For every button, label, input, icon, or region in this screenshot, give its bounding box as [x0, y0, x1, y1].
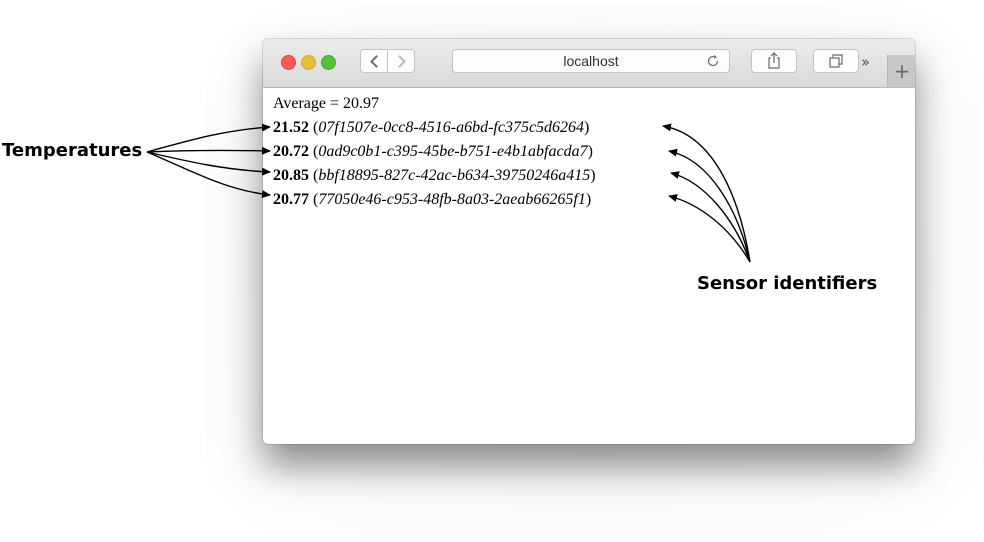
arrow-to-temperature	[146, 146, 271, 155]
callout-arrows	[146, 123, 751, 263]
arrow-to-temperature	[146, 151, 271, 199]
arrow-to-sensor-id	[668, 194, 751, 263]
arrow-to-sensor-id	[668, 148, 751, 263]
arrow-to-temperature	[146, 151, 271, 176]
arrow-to-temperature	[146, 123, 271, 153]
